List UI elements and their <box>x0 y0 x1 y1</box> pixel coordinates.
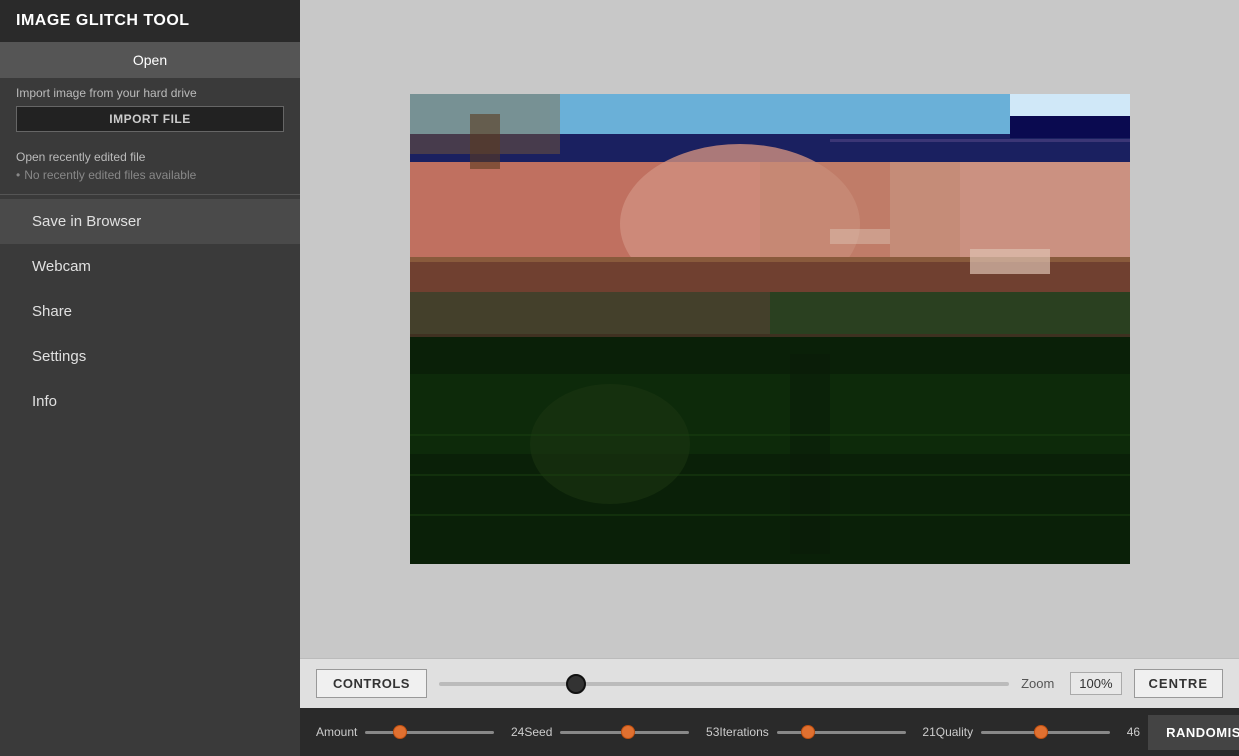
amount-slider[interactable] <box>365 731 494 734</box>
divider <box>0 194 300 195</box>
import-desc: Import image from your hard drive <box>0 78 300 106</box>
sidebar-item-settings[interactable]: Settings <box>0 334 300 379</box>
amount-label: Amount <box>316 725 357 739</box>
sidebar-item-share[interactable]: Share <box>0 289 300 334</box>
seed-slider-group: Seed 53 <box>524 725 719 739</box>
bottom-toolbar: CONTROLS Zoom 100% CENTRE <box>300 658 1239 708</box>
recent-section: Open recently edited file • No recently … <box>0 144 300 190</box>
zoom-slider[interactable] <box>439 682 1009 686</box>
amount-slider-group: Amount 24 <box>316 725 524 739</box>
glitch-image <box>410 94 1130 564</box>
sidebar: IMAGE GLITCH TOOL Open Import image from… <box>0 0 300 756</box>
zoom-value: 100% <box>1070 672 1121 695</box>
quality-slider[interactable] <box>981 731 1110 734</box>
sidebar-item-info[interactable]: Info <box>0 379 300 424</box>
sliders-bar: Amount 24 Seed 53 Iterations 21 Quality … <box>300 708 1239 756</box>
quality-label: Quality <box>936 725 973 739</box>
seed-value: 53 <box>697 725 719 739</box>
main-area: CONTROLS Zoom 100% CENTRE Amount 24 Seed… <box>300 0 1239 756</box>
centre-button[interactable]: CENTRE <box>1134 669 1223 698</box>
randomise-button[interactable]: RANDOMISE <box>1148 715 1239 750</box>
open-button[interactable]: Open <box>0 42 300 78</box>
iterations-label: Iterations <box>719 725 768 739</box>
controls-button[interactable]: CONTROLS <box>316 669 427 698</box>
bullet-icon: • <box>16 168 20 182</box>
sidebar-item-webcam[interactable]: Webcam <box>0 244 300 289</box>
zoom-slider-container <box>439 682 1009 686</box>
canvas-area <box>300 0 1239 658</box>
sidebar-item-save-browser[interactable]: Save in Browser <box>0 199 300 244</box>
zoom-label: Zoom <box>1021 676 1054 691</box>
recent-title: Open recently edited file <box>16 150 284 164</box>
iterations-value: 21 <box>914 725 936 739</box>
glitch-svg <box>410 94 1130 564</box>
recent-empty-text: No recently edited files available <box>24 168 196 182</box>
iterations-slider-group: Iterations 21 <box>719 725 935 739</box>
quality-value: 46 <box>1118 725 1140 739</box>
import-file-button[interactable]: IMPORT FILE <box>16 106 284 132</box>
seed-slider[interactable] <box>560 731 689 734</box>
amount-value: 24 <box>502 725 524 739</box>
app-title: IMAGE GLITCH TOOL <box>0 0 300 42</box>
quality-slider-group: Quality 46 <box>936 725 1140 739</box>
seed-label: Seed <box>524 725 552 739</box>
recent-empty: • No recently edited files available <box>16 168 284 182</box>
iterations-slider[interactable] <box>777 731 906 734</box>
